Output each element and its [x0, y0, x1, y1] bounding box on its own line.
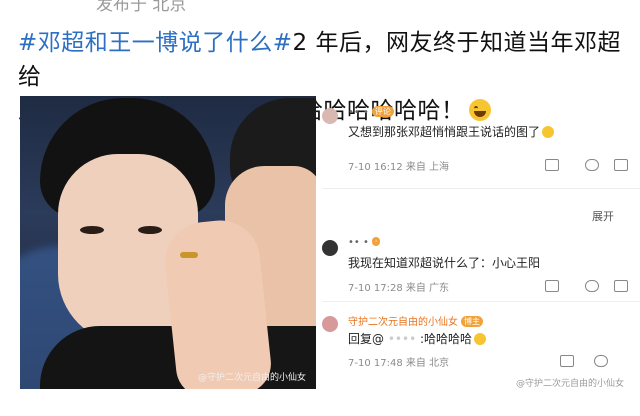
comment-icon[interactable]: [585, 280, 599, 292]
comment-meta: 7-10 17:28 来自 广东: [348, 283, 450, 294]
share-icon[interactable]: [560, 355, 574, 367]
comment-meta: 7-10 16:12 来自 上海: [348, 162, 450, 173]
ring: [180, 252, 198, 258]
divider: [322, 188, 640, 189]
laugh-emoji-icon: [474, 333, 487, 345]
comment-author[interactable]: •• • 评论: [348, 106, 394, 118]
comment-text: 我现在知道邓超说什么了：小心王阳: [348, 256, 541, 270]
post-photo[interactable]: @守护二次元自由的小仙女: [20, 96, 316, 389]
location-text: 发布于 北京: [96, 0, 187, 15]
comment-author[interactable]: 守护二次元自由的小仙女 博主: [348, 313, 483, 328]
topic-tag[interactable]: #邓超和王一博说了什么#: [18, 30, 293, 56]
avatar[interactable]: [322, 240, 338, 256]
laugh-emoji-icon: [542, 126, 555, 138]
share-icon[interactable]: [545, 159, 559, 171]
photo-watermark: @守护二次元自由的小仙女: [197, 373, 306, 383]
avatar[interactable]: [322, 108, 338, 124]
like-icon[interactable]: [614, 159, 628, 171]
person1-right-eye: [138, 226, 162, 234]
divider: [322, 301, 640, 302]
avatar[interactable]: [322, 316, 338, 332]
comment-icon[interactable]: [594, 355, 608, 367]
person1-left-eye: [80, 226, 104, 234]
expand-link[interactable]: 展开: [592, 208, 614, 224]
author-badge: 评论: [371, 106, 394, 117]
comments-panel: •• • 评论 又想到那张邓超悄悄跟王说话的图了 7-10 16:12 来自 上海…: [322, 96, 640, 396]
image-watermark: @守护二次元自由的小仙女: [515, 379, 624, 389]
author-badge: ·: [371, 237, 381, 246]
share-icon[interactable]: [545, 280, 559, 292]
author-badge: 博主: [461, 316, 483, 327]
comment-meta: 7-10 17:48 来自 北京: [348, 358, 450, 369]
comment-author[interactable]: •• • ·: [348, 237, 381, 248]
comment-text: 又想到那张邓超悄悄跟王说话的图了: [348, 123, 555, 140]
comment-text: 回复@ •••• :哈哈哈哈: [348, 330, 487, 347]
like-icon[interactable]: [614, 280, 628, 292]
comment-icon[interactable]: [585, 159, 599, 171]
